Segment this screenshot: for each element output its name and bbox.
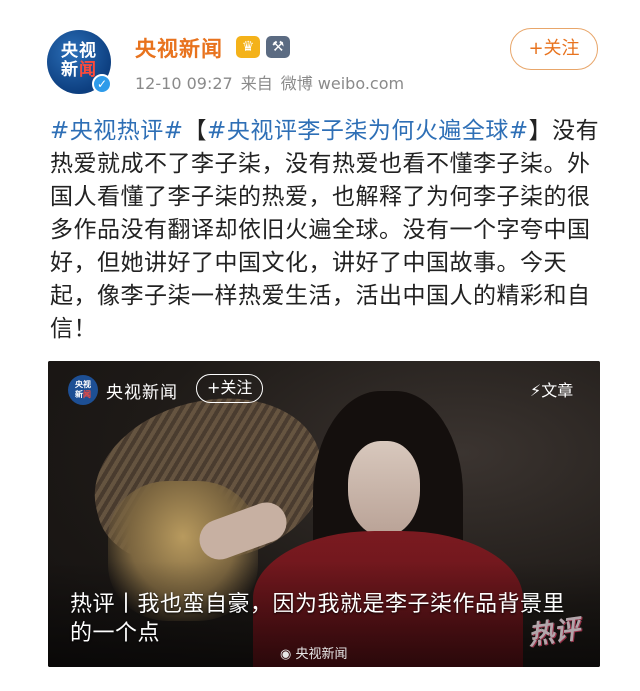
video-card[interactable]: 央视 新闻 央视新闻 +关注 ⚡文章 热评丨我也蛮自豪，因为我就是李子柒作品背景… bbox=[48, 361, 600, 667]
watermark-text: 央视新闻 bbox=[295, 647, 348, 662]
tool-badge-icon[interactable]: ⚒ bbox=[266, 36, 290, 58]
brand-logo-mark: 热评 bbox=[526, 614, 582, 652]
vip-crown-icon[interactable]: ♛ bbox=[236, 36, 260, 58]
video-logo-text-bottom: 新闻 bbox=[68, 390, 98, 400]
post-source[interactable]: 微博 weibo.com bbox=[281, 74, 404, 93]
video-channel-logo[interactable]: 央视 新闻 bbox=[68, 375, 98, 405]
person-face-image bbox=[348, 441, 420, 536]
article-link[interactable]: ⚡文章 bbox=[530, 377, 573, 401]
weibo-eye-icon: ◉ bbox=[280, 647, 296, 662]
post-text: #央视热评#【#央视评李子柒为何火遍全球#】没有热爱就成不了李子柒，没有热爱也看… bbox=[50, 115, 610, 346]
avatar-text-top: 央视 bbox=[61, 41, 97, 61]
post-meta: 12-10 09:27 来自 微博 weibo.com bbox=[135, 70, 412, 94]
video-logo-text-wen: 闻 bbox=[83, 390, 91, 399]
bracket-open: 【 bbox=[183, 118, 208, 144]
video-caption: 热评丨我也蛮自豪，因为我就是李子柒作品背景里的一个点 bbox=[70, 592, 566, 646]
post-time: 12-10 09:27 bbox=[135, 74, 233, 93]
source-prefix: 来自 bbox=[240, 74, 273, 93]
follow-button[interactable]: +关注 bbox=[510, 28, 598, 70]
video-follow-button[interactable]: +关注 bbox=[196, 374, 264, 403]
video-logo-text-top: 央视 bbox=[75, 380, 91, 389]
username[interactable]: 央视新闻 bbox=[135, 33, 223, 63]
bracket-close: 】 bbox=[528, 118, 553, 144]
hashtag-1[interactable]: #央视热评# bbox=[50, 118, 184, 144]
post-body: 没有热爱就成不了李子柒，没有热爱也看不懂李子柒。外国人看懂了李子柒的热爱，也解释… bbox=[50, 118, 600, 342]
video-channel-name[interactable]: 央视新闻 bbox=[106, 378, 178, 403]
avatar-text-xin: 新 bbox=[61, 60, 79, 80]
hashtag-2[interactable]: #央视评李子柒为何火遍全球# bbox=[207, 118, 529, 144]
verified-icon: ✓ bbox=[92, 74, 112, 94]
video-logo-text-xin: 新 bbox=[75, 390, 83, 399]
weibo-watermark: ◉ 央视新闻 bbox=[280, 643, 348, 662]
